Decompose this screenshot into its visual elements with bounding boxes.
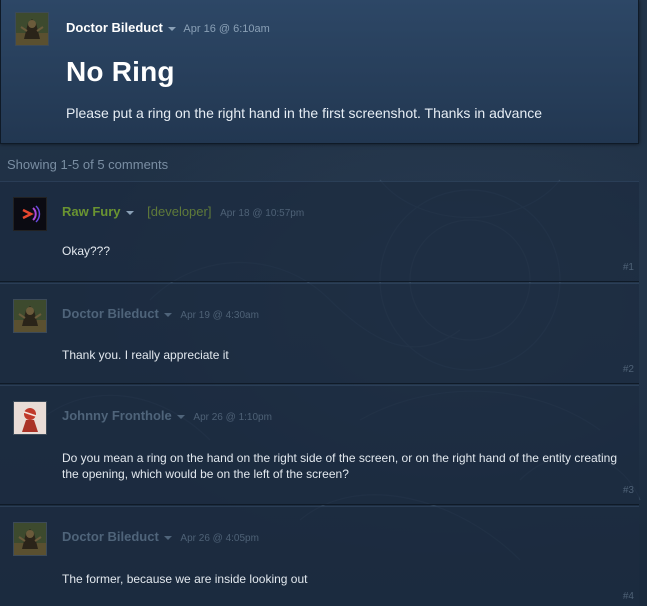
comment-text: Okay??? (62, 244, 111, 258)
comment-number[interactable]: #4 (623, 591, 634, 602)
chevron-down-icon[interactable] (163, 535, 172, 540)
comment-item: Raw Fury [developer] Apr 18 @ 10:57pm Ok… (0, 181, 639, 282)
commenter-name[interactable]: Raw Fury [developer] Apr 18 @ 10:57pm (62, 204, 304, 219)
comment-date: Apr 26 @ 1:10pm (193, 412, 272, 423)
commenter-name-text[interactable]: Doctor Bileduct (62, 306, 159, 321)
post-date: Apr 16 @ 6:10am (183, 23, 270, 35)
comment-text: The former, because we are inside lookin… (62, 572, 308, 586)
original-post: Doctor Bileduct Apr 16 @ 6:10am No Ring … (0, 0, 639, 144)
chevron-down-icon[interactable] (167, 26, 176, 31)
comment-date: Apr 26 @ 4:05pm (180, 533, 259, 544)
character-avatar-icon (14, 402, 46, 434)
post-body: Please put a ring on the right hand in t… (66, 105, 543, 121)
commenter-avatar[interactable] (13, 401, 47, 435)
comment-number[interactable]: #1 (623, 262, 634, 273)
chevron-down-icon[interactable] (176, 414, 185, 419)
comment-item: Doctor Bileduct Apr 19 @ 4:30am Thank yo… (0, 283, 639, 384)
post-author[interactable]: Doctor Bileduct Apr 16 @ 6:10am (66, 20, 270, 35)
comment-text: Do you mean a ring on the hand on the ri… (62, 451, 618, 481)
comment-item: Doctor Bileduct Apr 26 @ 4:05pm The form… (0, 506, 639, 606)
post-author-name[interactable]: Doctor Bileduct (66, 20, 163, 35)
commenter-name[interactable]: Doctor Bileduct Apr 26 @ 4:05pm (62, 529, 259, 544)
creature-avatar-icon (16, 13, 48, 45)
commenter-name[interactable]: Doctor Bileduct Apr 19 @ 4:30am (62, 306, 259, 321)
commenter-name-text[interactable]: Johnny Fronthole (62, 408, 172, 423)
comment-date: Apr 18 @ 10:57pm (220, 208, 305, 219)
commenter-avatar[interactable] (13, 197, 47, 231)
comments-count: Showing 1-5 of 5 comments (7, 157, 169, 172)
chevron-down-icon[interactable] (125, 210, 134, 215)
chevron-down-icon[interactable] (163, 312, 172, 317)
comment-number[interactable]: #3 (623, 485, 634, 496)
commenter-name-text[interactable]: Doctor Bileduct (62, 529, 159, 544)
commenter-name[interactable]: Johnny Fronthole Apr 26 @ 1:10pm (62, 408, 272, 423)
comment-date: Apr 19 @ 4:30am (180, 310, 259, 321)
post-title: No Ring (66, 56, 175, 87)
comment-number[interactable]: #2 (623, 364, 634, 375)
commenter-avatar[interactable] (13, 299, 47, 333)
creature-avatar-icon (14, 523, 46, 555)
comment-item: Johnny Fronthole Apr 26 @ 1:10pm Do you … (0, 385, 639, 505)
comment-text: Thank you. I really appreciate it (62, 348, 229, 362)
creature-avatar-icon (14, 300, 46, 332)
raw-fury-logo-icon (14, 198, 46, 230)
developer-badge: [developer] (147, 204, 212, 219)
commenter-name-text[interactable]: Raw Fury (62, 204, 121, 219)
author-avatar[interactable] (15, 12, 49, 46)
commenter-avatar[interactable] (13, 522, 47, 556)
